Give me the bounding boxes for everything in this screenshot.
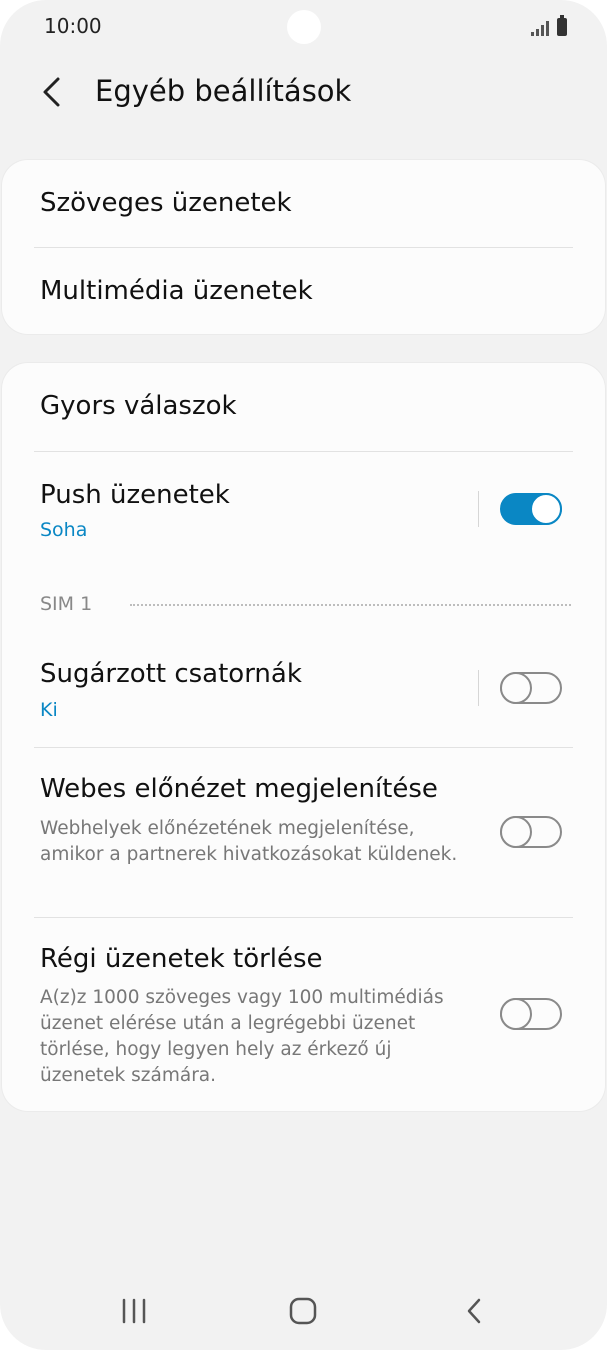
web-preview-description: Webhelyek előnézetének megjelenítése, am… — [40, 818, 458, 865]
signal-icon — [531, 20, 549, 36]
home-button[interactable] — [273, 1286, 333, 1336]
quick-replies-title: Gyors válaszok — [40, 391, 237, 421]
front-camera — [287, 10, 321, 44]
sim-section-header: SIM 1 — [40, 593, 93, 615]
recents-button[interactable] — [104, 1286, 164, 1336]
broadcast-channels-status: Ki — [40, 699, 58, 721]
nav-back-button[interactable] — [444, 1286, 504, 1336]
push-messages-toggle[interactable] — [500, 491, 564, 527]
back-icon — [467, 1298, 481, 1324]
vertical-separator — [478, 491, 479, 527]
push-messages-status: Soha — [40, 519, 88, 541]
multimedia-messages-title: Multimédia üzenetek — [40, 276, 313, 306]
push-messages-row[interactable]: Push üzenetek Soha — [2, 452, 605, 562]
back-button[interactable] — [30, 70, 74, 114]
chevron-left-icon — [43, 77, 60, 107]
push-messages-title: Push üzenetek — [40, 480, 230, 510]
recents-icon — [122, 1298, 146, 1324]
phone-screen: 10:00 Egyéb beállítások Szöveges üzenete… — [0, 0, 607, 1350]
web-preview-row[interactable]: Webes előnézet megjelenítése Webhelyek e… — [2, 748, 605, 917]
sim-section-dots — [130, 604, 571, 606]
battery-icon — [557, 15, 567, 36]
status-icons — [531, 14, 567, 36]
delete-old-messages-title: Régi üzenetek törlése — [40, 944, 323, 974]
vertical-separator — [478, 670, 479, 706]
multimedia-messages-row[interactable]: Multimédia üzenetek — [2, 248, 605, 334]
web-preview-title: Webes előnézet megjelenítése — [40, 774, 438, 804]
web-preview-toggle[interactable] — [500, 814, 564, 850]
delete-old-messages-row[interactable]: Régi üzenetek törlése A(z)z 1000 szövege… — [2, 918, 605, 1111]
broadcast-channels-row[interactable]: Sugárzott csatornák Ki — [2, 633, 605, 748]
broadcast-channels-title: Sugárzott csatornák — [40, 659, 302, 689]
messages-settings-card: Szöveges üzenetek Multimédia üzenetek — [2, 160, 605, 334]
quick-replies-row[interactable]: Gyors válaszok — [2, 363, 605, 451]
delete-old-messages-description: A(z)z 1000 szöveges vagy 100 multimédiás… — [40, 987, 444, 1086]
home-icon — [289, 1297, 317, 1325]
text-messages-title: Szöveges üzenetek — [40, 188, 292, 218]
status-time: 10:00 — [44, 14, 102, 38]
broadcast-channels-toggle[interactable] — [500, 670, 564, 706]
delete-old-messages-toggle[interactable] — [500, 996, 564, 1032]
text-messages-row[interactable]: Szöveges üzenetek — [2, 160, 605, 248]
toggle-knob — [530, 493, 562, 525]
more-settings-card: Gyors válaszok Push üzenetek Soha SIM 1 … — [2, 363, 605, 1111]
toggle-knob — [500, 998, 532, 1030]
toggle-knob — [500, 672, 532, 704]
toggle-knob — [500, 816, 532, 848]
page-title: Egyéb beállítások — [95, 74, 352, 108]
